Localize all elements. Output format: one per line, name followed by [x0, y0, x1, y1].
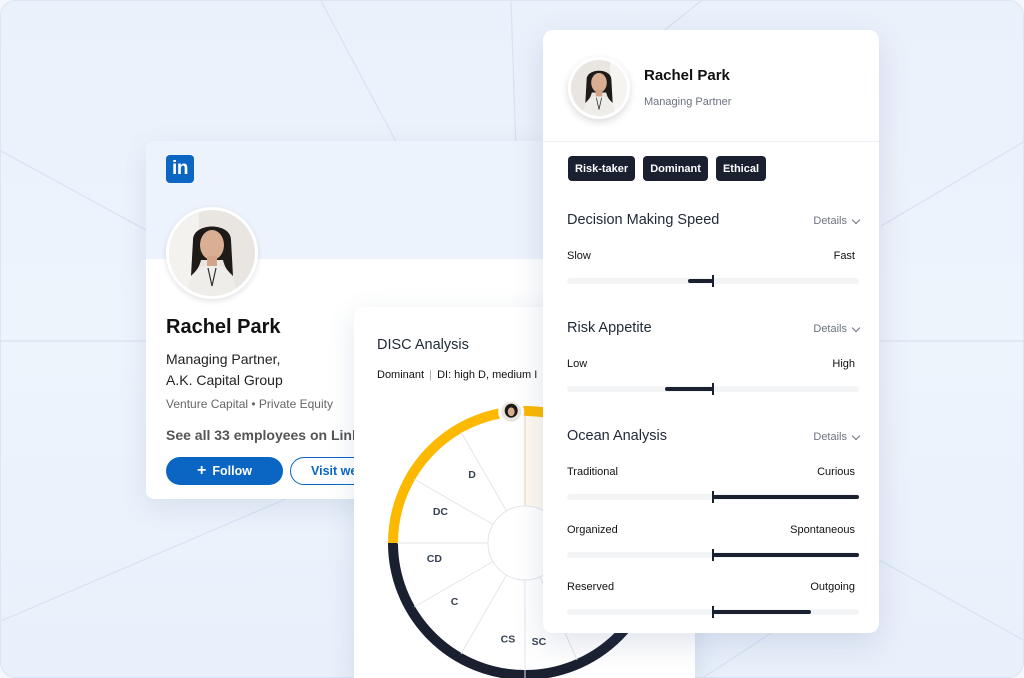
scale-bar-risk-appetite	[567, 383, 859, 395]
section-title-decision-speed: Decision Making Speed	[567, 212, 720, 228]
tag-ethical: Ethical	[715, 156, 767, 181]
visit-website-label: Visit we	[311, 464, 358, 478]
chevron-down-icon	[851, 323, 861, 332]
disc-segment-label-cs: CS	[501, 633, 516, 645]
industry-label: Venture Capital • Private Equity	[166, 397, 333, 411]
scale-fill	[713, 553, 859, 557]
tag-risk-taker: Risk-taker	[568, 156, 636, 181]
job-title: Managing Partner,	[166, 351, 281, 367]
disc-segment-label-cd: CD	[427, 553, 443, 565]
profile-title: Managing Partner, A.K. Capital Group	[166, 349, 346, 391]
divider	[543, 141, 879, 142]
details-label: Details	[813, 215, 847, 227]
avatar	[166, 207, 258, 299]
disc-segment-label-dc: DC	[433, 506, 449, 518]
scale-left-label: Reserved	[567, 581, 615, 593]
panel-profile-name: Rachel Park	[644, 67, 730, 84]
scale-bar-conscientiousness	[567, 549, 859, 561]
scale-left-label: Low	[567, 358, 588, 370]
scale-bar-decision-speed	[567, 275, 859, 287]
profile-name: Rachel Park	[166, 316, 281, 338]
details-label: Details	[813, 323, 847, 335]
disc-spoke	[460, 574, 507, 655]
details-toggle-ocean-analysis[interactable]: Details	[813, 431, 861, 443]
scale-left-label: Slow	[567, 250, 591, 262]
scale-fill	[664, 387, 713, 391]
details-toggle-risk-appetite[interactable]: Details	[813, 323, 861, 335]
plus-icon: +	[197, 462, 207, 479]
personality-panel: Rachel Park Managing Partner Risk-taker …	[543, 30, 879, 633]
details-toggle-decision-speed[interactable]: Details	[813, 215, 861, 227]
disc-segment-label-c: C	[451, 596, 459, 608]
disc-avatar-face	[507, 407, 515, 417]
scale-right-label: Outgoing	[810, 581, 855, 593]
scale-bar-openness	[567, 491, 859, 503]
scale-fill	[713, 495, 859, 499]
scale-fill	[688, 279, 713, 283]
scale-center-marker	[712, 383, 714, 395]
scale-center-marker	[712, 491, 714, 503]
avatar	[568, 57, 630, 119]
tag-dominant: Dominant	[643, 156, 708, 181]
trait-tags: Risk-taker Dominant Ethical	[568, 156, 767, 181]
disc-segment-label-d: D	[468, 469, 476, 481]
scale-fill	[713, 610, 811, 614]
chevron-down-icon	[851, 215, 861, 224]
see-employees-link[interactable]: See all 33 employees on Linke	[166, 427, 368, 443]
disc-segment-label-sc: SC	[532, 636, 547, 648]
section-title-risk-appetite: Risk Appetite	[567, 320, 652, 336]
panel-profile-role: Managing Partner	[644, 96, 732, 108]
scale-left-label: Organized	[567, 524, 618, 536]
scale-right-label: High	[832, 358, 855, 370]
details-label: Details	[813, 431, 847, 443]
scale-center-marker	[712, 606, 714, 618]
scale-right-label: Spontaneous	[790, 524, 855, 536]
follow-button-label: Follow	[212, 464, 252, 478]
chevron-down-icon	[851, 431, 861, 440]
scale-center-marker	[712, 275, 714, 287]
scale-right-label: Fast	[833, 250, 855, 262]
follow-button[interactable]: + Follow	[166, 457, 283, 485]
scale-center-marker	[712, 549, 714, 561]
scale-left-label: Traditional	[567, 466, 618, 478]
scale-bar-extraversion	[567, 606, 859, 618]
linkedin-logo-icon: in	[166, 155, 194, 183]
company-name[interactable]: A.K. Capital Group	[166, 370, 346, 391]
scale-right-label: Curious	[817, 466, 855, 478]
disc-spoke	[413, 478, 494, 525]
section-title-ocean-analysis: Ocean Analysis	[567, 428, 667, 444]
